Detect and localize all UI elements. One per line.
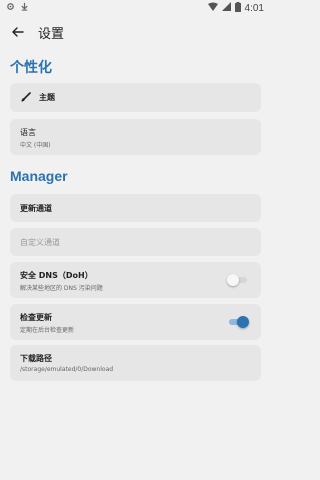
section-title-personal: 个性化 — [10, 59, 52, 75]
secure-dns-desc: 解决某些地区的 DNS 污染问题 — [20, 285, 103, 292]
secure-dns-toggle[interactable] — [227, 274, 249, 286]
status-time: 4:01 — [244, 2, 264, 14]
secure-dns-item[interactable]: 安全 DNS（DoH） 解决某些地区的 DNS 污染问题 — [10, 262, 261, 298]
settings-gear-icon — [6, 2, 15, 14]
download-path-item[interactable]: 下载路径 /storage/emulated/0/Download — [10, 345, 261, 381]
update-channel-item[interactable]: 更新通道 — [10, 194, 261, 222]
download-path-label: 下载路径 — [20, 354, 52, 363]
update-channel-label: 更新通道 — [20, 203, 52, 213]
page-title: 设置 — [38, 26, 65, 42]
check-update-item[interactable]: 检查更新 定期在后台检查更新 — [10, 304, 261, 340]
secure-dns-label: 安全 DNS（DoH） — [20, 271, 93, 280]
language-item[interactable]: 语言 中文 (中国) — [10, 119, 261, 155]
check-update-desc: 定期在后台检查更新 — [20, 327, 75, 334]
download-path-value: /storage/emulated/0/Download — [20, 366, 114, 373]
custom-channel-item: 自定义通道 — [10, 228, 261, 256]
custom-channel-label: 自定义通道 — [20, 237, 60, 247]
check-update-toggle[interactable] — [227, 316, 249, 328]
status-bar: 4:01 — [0, 0, 270, 16]
status-left — [6, 2, 29, 14]
language-value: 中文 (中国) — [20, 142, 51, 149]
language-label: 语言 — [20, 128, 36, 137]
brush-icon — [20, 92, 31, 103]
section-title-manager: Manager — [10, 168, 68, 184]
theme-item[interactable]: 主题 — [10, 83, 261, 112]
back-arrow-icon[interactable] — [10, 24, 26, 40]
status-right: 4:01 — [207, 1, 264, 15]
theme-label: 主题 — [39, 93, 55, 102]
download-icon — [20, 2, 29, 14]
signal-icon — [221, 2, 231, 14]
wifi-icon — [207, 2, 218, 14]
battery-icon — [234, 1, 241, 15]
app-bar: 设置 — [0, 16, 270, 48]
check-update-label: 检查更新 — [20, 313, 52, 322]
